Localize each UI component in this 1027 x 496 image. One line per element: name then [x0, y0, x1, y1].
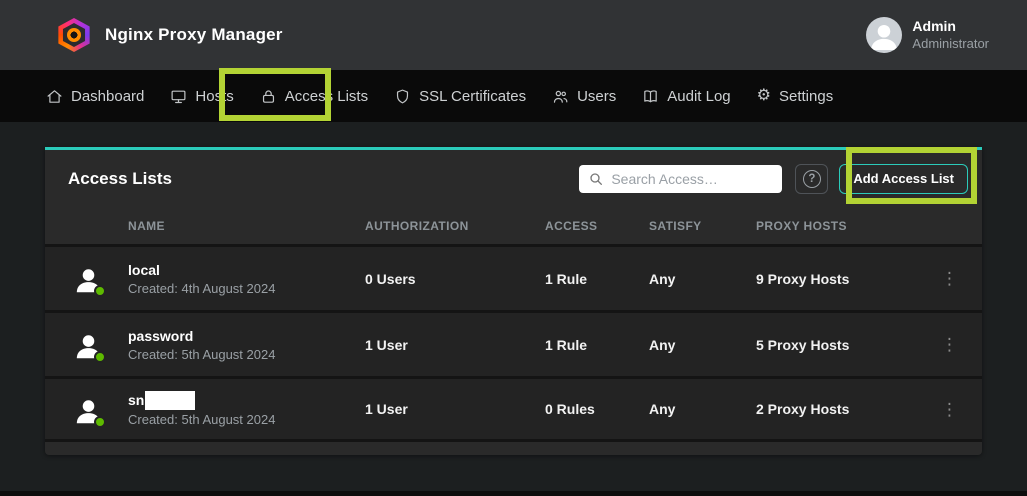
access-value: 0 Rules	[545, 401, 649, 417]
page-title: Access Lists	[68, 169, 172, 189]
status-dot	[94, 416, 106, 428]
nav-item-audit-log[interactable]: Audit Log	[642, 88, 730, 105]
created-date: Created: 5th August 2024	[128, 412, 365, 427]
created-date: Created: 4th August 2024	[128, 281, 365, 296]
main-nav: Dashboard Hosts Access Lists SSL Certifi…	[0, 70, 1027, 122]
satisfy-value: Any	[649, 271, 756, 287]
add-access-list-button[interactable]: Add Access List	[839, 164, 968, 194]
column-header-proxy-hosts: PROXY HOSTS	[756, 219, 911, 233]
status-dot	[94, 351, 106, 363]
satisfy-value: Any	[649, 337, 756, 353]
created-date: Created: 5th August 2024	[128, 347, 365, 362]
shield-icon	[394, 88, 411, 105]
column-header-name: NAME	[128, 219, 365, 233]
lock-icon	[260, 88, 277, 105]
bottom-edge-strip	[0, 491, 1027, 496]
access-list-name: local	[128, 261, 365, 279]
gear-icon: ⚙	[757, 88, 771, 104]
column-header-satisfy: SATISFY	[649, 219, 756, 233]
app-title: Nginx Proxy Manager	[105, 25, 283, 45]
authorization-value: 1 User	[365, 337, 545, 353]
status-dot	[94, 285, 106, 297]
column-header-access: ACCESS	[545, 219, 649, 233]
app-header: Nginx Proxy Manager Admin Administrator	[0, 0, 1027, 70]
access-value: 1 Rule	[545, 337, 649, 353]
users-icon	[552, 88, 569, 105]
app-logo-icon	[57, 18, 91, 52]
help-icon: ?	[803, 170, 821, 188]
table-header: NAME AUTHORIZATION ACCESS SATISFY PROXY …	[45, 207, 982, 244]
access-list-name: sn	[128, 391, 365, 409]
access-lists-panel: Access Lists ? Add Access List NAME AUTH…	[45, 147, 982, 455]
user-role: Administrator	[912, 36, 989, 52]
nav-item-dashboard[interactable]: Dashboard	[46, 88, 144, 105]
proxy-hosts-value: 2 Proxy Hosts	[756, 401, 911, 417]
redaction-box	[145, 391, 195, 410]
authorization-value: 0 Users	[365, 271, 545, 287]
table-body: local Created: 4th August 2024 0 Users 1…	[45, 244, 982, 442]
user-avatar	[866, 17, 902, 53]
table-row[interactable]: sn Created: 5th August 2024 1 User 0 Rul…	[45, 376, 982, 442]
monitor-icon	[170, 88, 187, 105]
nav-item-access-lists[interactable]: Access Lists	[260, 88, 368, 105]
nav-item-users[interactable]: Users	[552, 88, 616, 105]
row-actions-kebab-icon[interactable]: ⋮	[911, 270, 982, 287]
proxy-hosts-value: 9 Proxy Hosts	[756, 271, 911, 287]
authorization-value: 1 User	[365, 401, 545, 417]
help-button[interactable]: ?	[795, 164, 828, 194]
search-icon	[588, 171, 604, 187]
access-value: 1 Rule	[545, 271, 649, 287]
access-list-name: password	[128, 327, 365, 345]
home-icon	[46, 88, 63, 105]
column-header-authorization: AUTHORIZATION	[365, 219, 545, 233]
search-box	[579, 165, 782, 193]
user-name: Admin	[912, 18, 989, 36]
table-row[interactable]: password Created: 5th August 2024 1 User…	[45, 310, 982, 376]
row-actions-kebab-icon[interactable]: ⋮	[911, 401, 982, 418]
nav-item-settings[interactable]: ⚙ Settings	[757, 88, 834, 105]
search-input[interactable]	[611, 171, 773, 187]
user-menu[interactable]: Admin Administrator	[866, 17, 989, 53]
proxy-hosts-value: 5 Proxy Hosts	[756, 337, 911, 353]
row-actions-kebab-icon[interactable]: ⋮	[911, 336, 982, 353]
nav-item-hosts[interactable]: Hosts	[170, 88, 233, 105]
satisfy-value: Any	[649, 401, 756, 417]
nav-item-ssl-certificates[interactable]: SSL Certificates	[394, 88, 526, 105]
table-row[interactable]: local Created: 4th August 2024 0 Users 1…	[45, 244, 982, 310]
book-icon	[642, 88, 659, 105]
